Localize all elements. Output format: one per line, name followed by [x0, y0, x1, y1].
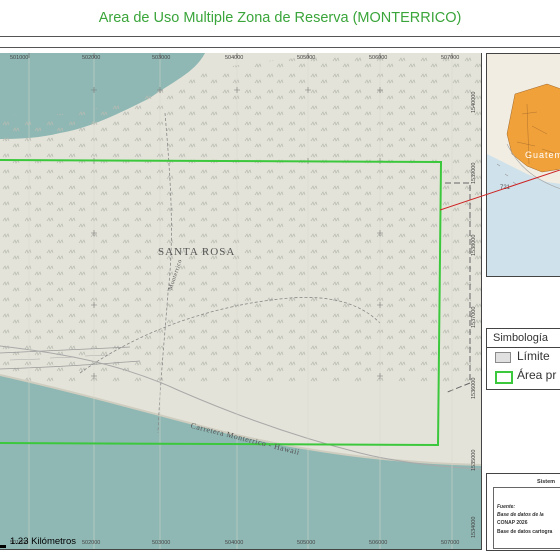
x-tick-label: 507000 [441, 55, 460, 61]
x-tick-label: 503000 [152, 55, 171, 61]
map-title: Area de Uso Multiple Zona de Reserva (MO… [98, 10, 462, 26]
y-tick-label: 1535000 [471, 449, 477, 471]
sources-box [493, 487, 560, 549]
inset-country-label: Guatemala [525, 150, 560, 160]
y-tick-label: 1538000 [471, 234, 477, 256]
inset-locator-map[interactable]: Guatemala 721 [486, 53, 560, 277]
x-tick-label-bottom: 506000 [369, 540, 388, 546]
legend-swatch-area [495, 371, 513, 384]
sources-line-2: CONAP 2026 [497, 520, 528, 526]
y-tick-label: 1536000 [471, 377, 477, 399]
sources-system-label: Sistem [537, 479, 556, 485]
place-label-santa-rosa: SANTA ROSA [158, 246, 236, 258]
scale-bar-graphic [0, 545, 6, 548]
x-tick-label-bottom: 503000 [152, 540, 171, 546]
y-tick-label: 1540000 [471, 91, 477, 113]
sources-line-1: Base de datos de la [497, 512, 544, 518]
title-divider-bottom [0, 47, 560, 48]
x-tick-label-bottom: 504000 [225, 540, 244, 546]
main-map[interactable]: SANTA ROSA Carretera Monterrico - Hawaii… [0, 53, 482, 550]
legend-label-limit: Límite [517, 349, 550, 363]
sources-label: Fuente: [497, 504, 516, 510]
x-tick-label: 501000 [10, 55, 29, 61]
y-tick-label: 1537000 [471, 306, 477, 328]
legend-divider [487, 347, 560, 348]
legend-title: Simbología [493, 332, 549, 344]
x-tick-label-bottom: 505000 [297, 540, 316, 546]
scale-bar: 1.23 Kilómetros [0, 533, 90, 549]
title-divider-top [0, 36, 560, 37]
map-canvas[interactable] [0, 53, 481, 549]
legend: Simbología Límite Área pr [486, 328, 560, 390]
x-tick-label: 505000 [297, 55, 316, 61]
legend-label-area: Área pr [517, 368, 557, 382]
inset-canvas [487, 54, 560, 276]
x-tick-label: 506000 [369, 55, 388, 61]
scale-bar-label: 1.23 Kilómetros [10, 536, 77, 547]
x-tick-label: 502000 [82, 55, 101, 61]
legend-swatch-limit [495, 352, 511, 363]
locator-connector [440, 170, 560, 211]
y-tick-label: 1534000 [471, 516, 477, 538]
x-tick-label: 504000 [225, 55, 244, 61]
sources-line-3: Base de datos cartogra [497, 529, 553, 535]
sources-panel: Sistem Fuente: Base de datos de la CONAP… [486, 473, 560, 551]
x-tick-label-bottom: 507000 [441, 540, 460, 546]
